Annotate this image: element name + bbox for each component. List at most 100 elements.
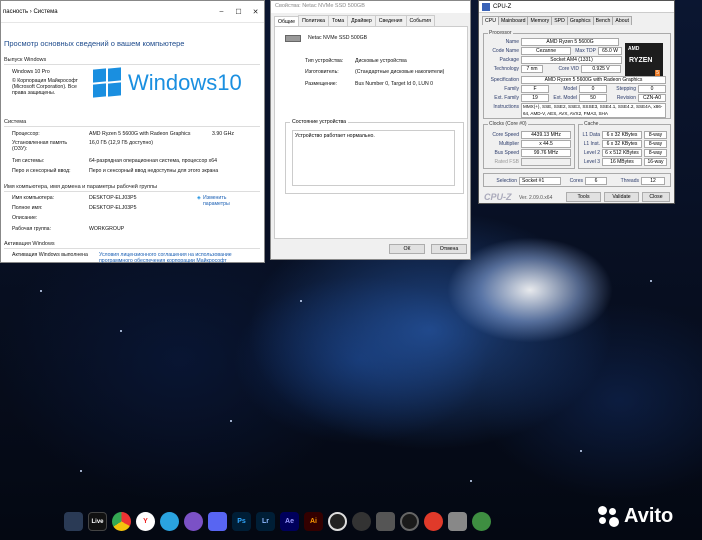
extmodel-label: Ext. Model xyxy=(553,95,577,101)
multiplier-label: Multiplier xyxy=(498,141,519,147)
disk-icon xyxy=(285,35,301,42)
license-link[interactable]: Условия лицензионного соглашения на испо… xyxy=(99,252,259,264)
cache-group-label: Cache xyxy=(583,121,600,127)
tdp-value: 65.0 W xyxy=(598,47,622,55)
extfamily-value: 19 xyxy=(521,94,549,102)
full-name-label: Полное имя: xyxy=(12,205,43,211)
close-button[interactable]: Close xyxy=(642,192,670,202)
validate-button[interactable]: Validate xyxy=(604,192,639,202)
divider xyxy=(4,191,260,192)
tab-volumes[interactable]: Тома xyxy=(328,15,349,26)
voltage-value: 0.925 V xyxy=(581,65,621,73)
viber-icon[interactable] xyxy=(184,512,203,531)
threads-label: Threads xyxy=(620,178,639,184)
status-textbox[interactable]: Устройство работает нормально. xyxy=(292,130,455,186)
telegram-icon[interactable] xyxy=(160,512,179,531)
l1inst-way: 8-way xyxy=(644,140,667,148)
tools-button[interactable]: Tools xyxy=(566,192,601,202)
chrome-icon[interactable] xyxy=(112,512,131,531)
package-label: Package xyxy=(499,57,519,63)
change-settings-link[interactable]: ◈ Изменить параметры xyxy=(197,195,237,207)
lightroom-icon[interactable]: Lr xyxy=(256,512,275,531)
minimize-icon[interactable]: – xyxy=(213,8,230,16)
cpuz-title: CPU-Z xyxy=(493,3,512,10)
name-value: AMD Ryzen 5 5600G xyxy=(521,38,619,46)
tab-mainboard[interactable]: Mainboard xyxy=(497,16,529,25)
tab-events[interactable]: События xyxy=(405,15,435,26)
codename-label: Code Name xyxy=(492,48,519,54)
window-app-icon[interactable] xyxy=(448,512,467,531)
yandex-browser-icon[interactable]: Y xyxy=(136,512,155,531)
discord-icon[interactable] xyxy=(208,512,227,531)
tab-bench[interactable]: Bench xyxy=(592,16,614,25)
system-section-title: Система xyxy=(4,119,27,125)
tab-about[interactable]: About xyxy=(612,16,632,25)
tab-cpu[interactable]: CPU xyxy=(482,16,499,25)
extfamily-label: Ext. Family xyxy=(494,95,519,101)
windows-flag-icon xyxy=(93,67,123,98)
dock-app-icon[interactable] xyxy=(64,512,83,531)
family-value: F xyxy=(521,85,549,93)
tab-details[interactable]: Сведения xyxy=(374,15,407,26)
cores-value: 6 xyxy=(585,177,607,185)
cpu-label: Процессор: xyxy=(12,131,40,137)
avito-text: Avito xyxy=(624,505,674,527)
model-value: 0 xyxy=(579,85,607,93)
windows-logo-text: Windows10 xyxy=(128,70,242,95)
tab-memory[interactable]: Memory xyxy=(527,16,553,25)
cpu-speed: 3.90 GHz xyxy=(212,131,234,137)
busspeed-value: 99.76 MHz xyxy=(521,149,571,157)
maximize-icon[interactable]: ☐ xyxy=(230,8,247,16)
workgroup-label: Рабочая группа: xyxy=(12,226,52,232)
tab-graphics[interactable]: Graphics xyxy=(566,16,594,25)
app-icon[interactable] xyxy=(472,512,491,531)
close-icon[interactable]: ✕ xyxy=(247,8,264,16)
ok-button[interactable]: ОК xyxy=(389,244,425,254)
corespeed-value: 4439.13 MHz xyxy=(521,131,571,139)
l1inst-value: 6 x 32 KBytes xyxy=(602,140,642,148)
technology-value: 7 nm xyxy=(521,65,543,73)
star xyxy=(120,330,122,332)
photoshop-icon[interactable]: Ps xyxy=(232,512,251,531)
busspeed-label: Bus Speed xyxy=(494,150,519,156)
tab-driver[interactable]: Драйвер xyxy=(347,15,376,26)
shield-icon: ◈ xyxy=(197,195,201,201)
after-effects-icon[interactable]: Ae xyxy=(280,512,299,531)
cpuz-titlebar: CPU-Z xyxy=(479,1,674,13)
illustrator-icon[interactable]: Ai xyxy=(304,512,323,531)
device-type-label: Тип устройства: xyxy=(305,58,344,64)
processor-group-label: Processor xyxy=(488,30,513,36)
avito-dots-icon xyxy=(598,505,620,528)
ratedfsb-value xyxy=(521,158,571,166)
socket-select[interactable]: Socket #1 xyxy=(519,177,561,185)
media-app-icon[interactable] xyxy=(424,512,443,531)
ram-label: Установленная память (ОЗУ): xyxy=(12,140,68,153)
pen-value: Перо и сенсорный ввод недоступны для это… xyxy=(89,168,219,174)
cancel-button[interactable]: Отмена xyxy=(431,244,467,254)
breadcrumb[interactable]: пасность › Система xyxy=(3,9,58,15)
tab-policy[interactable]: Политика xyxy=(298,15,330,26)
ratedfsb-label: Rated FSB xyxy=(494,159,519,165)
divider xyxy=(4,248,260,249)
tab-spd[interactable]: SPD xyxy=(551,16,568,25)
ram-value: 16,0 ГБ (12,9 ГБ доступно) xyxy=(89,140,153,146)
technology-label: Technology xyxy=(493,66,519,72)
stepping-value: 0 xyxy=(638,85,666,93)
revision-value: CZN-A0 xyxy=(638,94,666,102)
props-body: Netac NVMe SSD 500GB Тип устройства: Дис… xyxy=(274,26,468,239)
davinci-icon[interactable] xyxy=(352,512,371,531)
device-type-value: Дисковые устройства xyxy=(355,58,407,64)
revision-label: Revision xyxy=(616,95,636,101)
l1data-way: 8-way xyxy=(644,131,667,139)
status-group-label: Состояние устройства xyxy=(290,119,349,125)
obs-icon[interactable] xyxy=(328,512,347,531)
logo-brand: AMD xyxy=(628,46,640,52)
l1data-value: 6 x 32 KBytes xyxy=(602,131,642,139)
camera-icon[interactable] xyxy=(400,512,419,531)
cores-label: Cores xyxy=(569,178,583,184)
l2-value: 6 x 512 KBytes xyxy=(602,149,642,157)
calculator-icon[interactable] xyxy=(376,512,395,531)
full-name-value: DESKTOP-ELJ03P5 xyxy=(89,205,137,211)
workgroup-value: WORKGROUP xyxy=(89,226,125,232)
live-icon[interactable]: Live xyxy=(88,512,107,531)
